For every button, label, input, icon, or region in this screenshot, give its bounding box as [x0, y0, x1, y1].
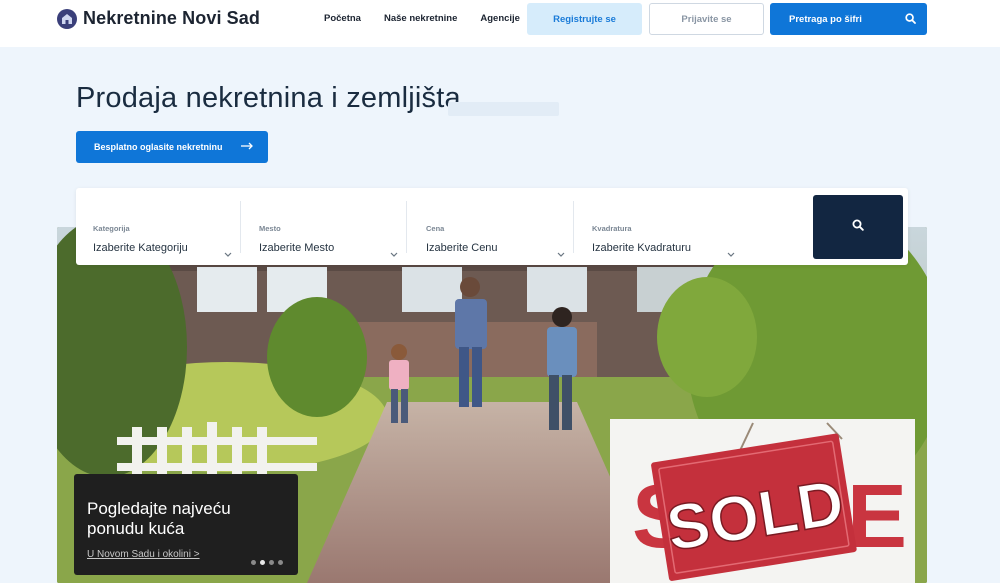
nav-item-nase-nekretnine[interactable]: Naše nekretnine [384, 13, 457, 24]
location-value: Izaberite Mesto [259, 242, 335, 254]
nav-item-agencije[interactable]: Agencije [480, 13, 520, 24]
category-select[interactable]: Kategorija Izaberite Kategoriju [76, 201, 242, 257]
slide-link[interactable]: U Novom Sadu i okolini > [87, 549, 200, 560]
brand-title: Nekretnine Novi Sad [83, 8, 260, 28]
field-divider [573, 201, 574, 253]
field-divider [406, 201, 407, 253]
search-by-code-button[interactable]: Pretraga po šifri [770, 3, 927, 35]
main-nav: Početna Naše nekretnine Agencije [324, 13, 520, 24]
advertise-property-button[interactable]: Besplatno oglasite nekretninu [76, 131, 268, 163]
category-label: Kategorija [93, 224, 130, 233]
location-label: Mesto [259, 224, 281, 233]
search-icon [852, 218, 864, 236]
slider-dots [251, 560, 283, 565]
chevron-down-icon [727, 244, 735, 262]
slider-dot-4[interactable] [278, 560, 283, 565]
advertise-label: Besplatno oglasite nekretninu [94, 142, 223, 152]
price-value: Izaberite Cenu [426, 242, 498, 254]
chevron-down-icon [224, 244, 232, 262]
slider-dot-1[interactable] [251, 560, 256, 565]
register-button[interactable]: Registrujte se [527, 3, 642, 35]
search-by-code-label: Pretraga po šifri [789, 13, 862, 25]
slider-dot-3[interactable] [269, 560, 274, 565]
ghost-overlay [448, 102, 559, 116]
site-header: Nekretnine Novi Sad Početna Naše nekretn… [0, 0, 1000, 47]
slide-caption-card: Pogledajte najveću ponudu kuća U Novom S… [74, 474, 298, 575]
property-search-bar: Kategorija Izaberite Kategoriju Mesto Iz… [76, 188, 908, 265]
page-title: Prodaja nekretnina i zemljišta [76, 82, 461, 114]
area-select[interactable]: Kvadratura Izaberite Kvadraturu [575, 201, 741, 257]
slide-title: Pogledajte najveću ponudu kuća [87, 499, 231, 538]
search-submit-button[interactable] [813, 195, 903, 259]
search-icon [905, 13, 916, 27]
login-button[interactable]: Prijavite se [649, 3, 764, 35]
nav-item-pocetna[interactable]: Početna [324, 13, 361, 24]
area-value: Izaberite Kvadraturu [592, 242, 692, 254]
field-divider [240, 201, 241, 253]
category-value: Izaberite Kategoriju [93, 242, 188, 254]
location-select[interactable]: Mesto Izaberite Mesto [242, 201, 408, 257]
chevron-down-icon [390, 244, 398, 262]
slider-dot-2[interactable] [260, 560, 265, 565]
area-label: Kvadratura [592, 224, 632, 233]
brand-logo-icon [57, 8, 77, 29]
price-select[interactable]: Cena Izaberite Cenu [409, 201, 575, 257]
chevron-down-icon [557, 244, 565, 262]
right-gutter [927, 227, 1000, 583]
svg-text:E: E [847, 467, 907, 567]
price-label: Cena [426, 224, 445, 233]
arrow-right-icon [240, 142, 253, 152]
brand[interactable]: Nekretnine Novi Sad [57, 8, 260, 29]
